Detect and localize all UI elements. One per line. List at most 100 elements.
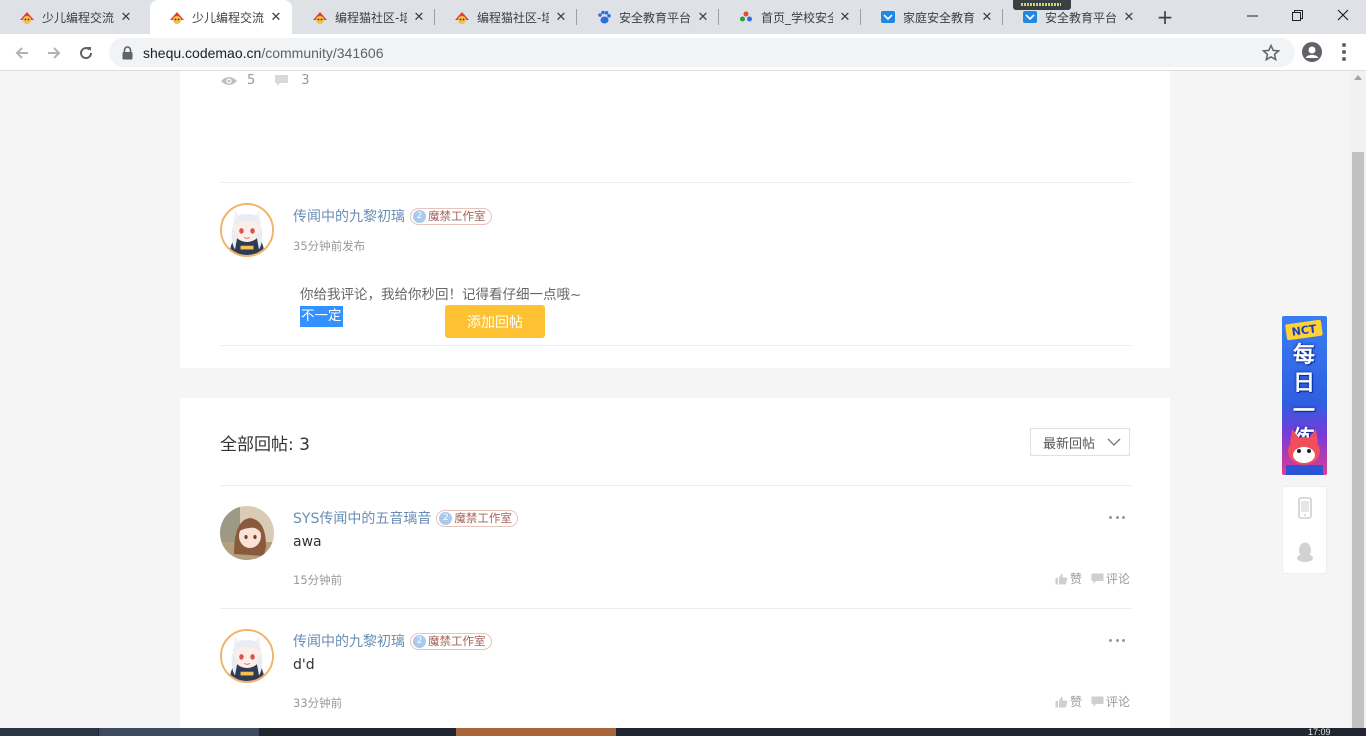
- browser-tab-3[interactable]: 编程猫社区-培 ✕: [435, 0, 577, 34]
- side-tools-panel: [1282, 486, 1327, 574]
- badge-text: 魔禁工作室: [428, 634, 486, 648]
- codemao-favicon-icon: [169, 9, 185, 25]
- back-button[interactable]: [8, 39, 36, 67]
- close-tab-icon[interactable]: ✕: [837, 9, 853, 25]
- close-window-button[interactable]: [1320, 0, 1366, 30]
- daily-practice-promo[interactable]: NCT 每日一练: [1282, 316, 1327, 475]
- profile-avatar-icon[interactable]: [1302, 42, 1322, 62]
- tab-title: 少儿编程交流_: [192, 10, 264, 25]
- browser-tab-4[interactable]: 安全教育平台_ ✕: [577, 0, 719, 34]
- sort-dropdown[interactable]: 最新回帖: [1030, 428, 1130, 456]
- badge-level: 2: [413, 634, 426, 648]
- like-button[interactable]: 赞: [1055, 693, 1082, 710]
- post-card: 5 3 传闻中的九黎初璃 2 魔禁工作室 35分钟前发布 你给我评论，我给你秒回…: [180, 71, 1170, 368]
- comment-label: 评论: [1106, 695, 1131, 709]
- comment-icon: [1091, 696, 1104, 707]
- tab-title: 编程猫社区-培: [477, 10, 549, 25]
- close-tab-icon[interactable]: ✕: [118, 9, 134, 25]
- reply-author-name[interactable]: SYS传闻中的五音璃音: [293, 508, 431, 528]
- page-viewport: 5 3 传闻中的九黎初璃 2 魔禁工作室 35分钟前发布 你给我评论，我给你秒回…: [0, 71, 1350, 728]
- tab-hover-preview: [1013, 0, 1071, 10]
- browser-tab-2[interactable]: 编程猫社区-培 ✕: [293, 0, 435, 34]
- badge-level: 2: [439, 511, 453, 525]
- divider: [220, 608, 1131, 609]
- scrollbar-thumb[interactable]: [1352, 152, 1364, 728]
- post-body-selected-text: 不一定: [300, 306, 343, 327]
- reload-button[interactable]: [72, 39, 100, 67]
- anime-girl-avatar-icon: [222, 631, 272, 681]
- safety-platform-favicon-icon: [880, 9, 896, 25]
- like-label: 赞: [1070, 695, 1083, 709]
- school-favicon-icon: [738, 9, 754, 25]
- studio-badge[interactable]: 2 魔禁工作室: [436, 509, 518, 527]
- taskbar-item[interactable]: [0, 728, 98, 736]
- reply-text: d'd: [293, 657, 315, 673]
- divider: [220, 345, 1131, 346]
- taskbar-item[interactable]: [456, 728, 616, 736]
- scroll-up-icon[interactable]: [1354, 75, 1362, 80]
- browser-toolbar: shequ.codemao.cn/community/341606: [0, 34, 1366, 71]
- browser-tab-6[interactable]: 家庭安全教育 ✕: [861, 0, 1003, 34]
- replies-title: 全部回帖: 3: [220, 435, 310, 455]
- browser-tab-5[interactable]: 首页_学校安全 ✕: [719, 0, 861, 34]
- taskbar-clock: 17:09: [1308, 727, 1331, 736]
- forward-arrow-icon: [48, 47, 61, 59]
- close-tab-icon[interactable]: ✕: [268, 9, 284, 25]
- reply-actions: 赞 评论: [1046, 693, 1130, 710]
- post-body-line: 你给我评论，我给你秒回！记得看仔细一点哦~: [300, 287, 582, 303]
- divider: [220, 182, 1131, 183]
- comment-button[interactable]: 评论: [1091, 570, 1130, 587]
- tab-title: 编程猫社区-培: [335, 10, 407, 25]
- post-author-avatar[interactable]: [220, 203, 274, 257]
- taskbar-item[interactable]: [99, 728, 259, 736]
- badge-text: 魔禁工作室: [428, 209, 486, 223]
- reply-author-name[interactable]: 传闻中的九黎初璃: [293, 631, 405, 651]
- reply-actions: 赞 评论: [1046, 570, 1130, 587]
- os-taskbar: 17:09: [0, 727, 1366, 736]
- browser-tab-1[interactable]: 少儿编程交流_ ✕: [150, 0, 292, 34]
- anime-girl-avatar-icon: [222, 205, 272, 255]
- like-button[interactable]: 赞: [1055, 570, 1082, 587]
- badge-level: 2: [413, 209, 426, 223]
- browser-menu-icon[interactable]: [1336, 41, 1352, 63]
- codemao-favicon-icon: [312, 9, 328, 25]
- comment-label: 评论: [1106, 572, 1131, 586]
- comment-bubble-icon: [274, 75, 292, 87]
- page-scrollbar[interactable]: [1350, 71, 1366, 728]
- tab-title: 少儿编程交流_: [42, 10, 114, 25]
- address-bar[interactable]: shequ.codemao.cn/community/341606: [109, 38, 1295, 67]
- qq-penguin-icon[interactable]: [1295, 541, 1315, 563]
- add-reply-button[interactable]: 添加回帖: [445, 305, 545, 338]
- close-tab-icon[interactable]: ✕: [979, 9, 995, 25]
- reply-author-avatar[interactable]: [220, 506, 274, 560]
- post-author-name[interactable]: 传闻中的九黎初璃: [293, 206, 405, 226]
- mascot-cat-icon: [1286, 429, 1323, 475]
- browser-tab-0[interactable]: 少儿编程交流_ ✕: [0, 0, 142, 34]
- restore-window-button[interactable]: [1274, 0, 1320, 30]
- post-time: 35分钟前发布: [293, 239, 366, 253]
- url-text: shequ.codemao.cn/community/341606: [143, 45, 384, 61]
- mobile-phone-icon[interactable]: [1295, 497, 1315, 519]
- forward-button[interactable]: [40, 39, 68, 67]
- close-tab-icon[interactable]: ✕: [553, 9, 569, 25]
- post-author-row: 传闻中的九黎初璃 2 魔禁工作室: [293, 206, 492, 226]
- url-host: shequ.codemao.cn: [143, 44, 262, 61]
- reply-author-row: SYS传闻中的五音璃音 2 魔禁工作室: [293, 508, 518, 528]
- tab-title: 首页_学校安全: [761, 10, 833, 25]
- close-tab-icon[interactable]: ✕: [411, 9, 427, 25]
- bookmark-star-icon[interactable]: [1261, 43, 1281, 62]
- more-options-icon[interactable]: [1109, 637, 1125, 643]
- new-tab-button[interactable]: +: [1153, 5, 1177, 29]
- minimize-window-button[interactable]: [1229, 0, 1275, 30]
- view-count: 5: [247, 73, 256, 88]
- more-options-icon[interactable]: [1109, 514, 1125, 520]
- thumbs-up-icon: [1055, 696, 1068, 707]
- studio-badge[interactable]: 2 魔禁工作室: [410, 207, 492, 225]
- close-tab-icon[interactable]: ✕: [695, 9, 711, 25]
- reply-time: 33分钟前: [293, 696, 343, 710]
- promo-tag: NCT: [1285, 319, 1323, 341]
- studio-badge[interactable]: 2 魔禁工作室: [410, 632, 492, 650]
- reply-author-avatar[interactable]: [220, 629, 274, 683]
- comment-button[interactable]: 评论: [1091, 693, 1130, 710]
- close-tab-icon[interactable]: ✕: [1121, 9, 1137, 25]
